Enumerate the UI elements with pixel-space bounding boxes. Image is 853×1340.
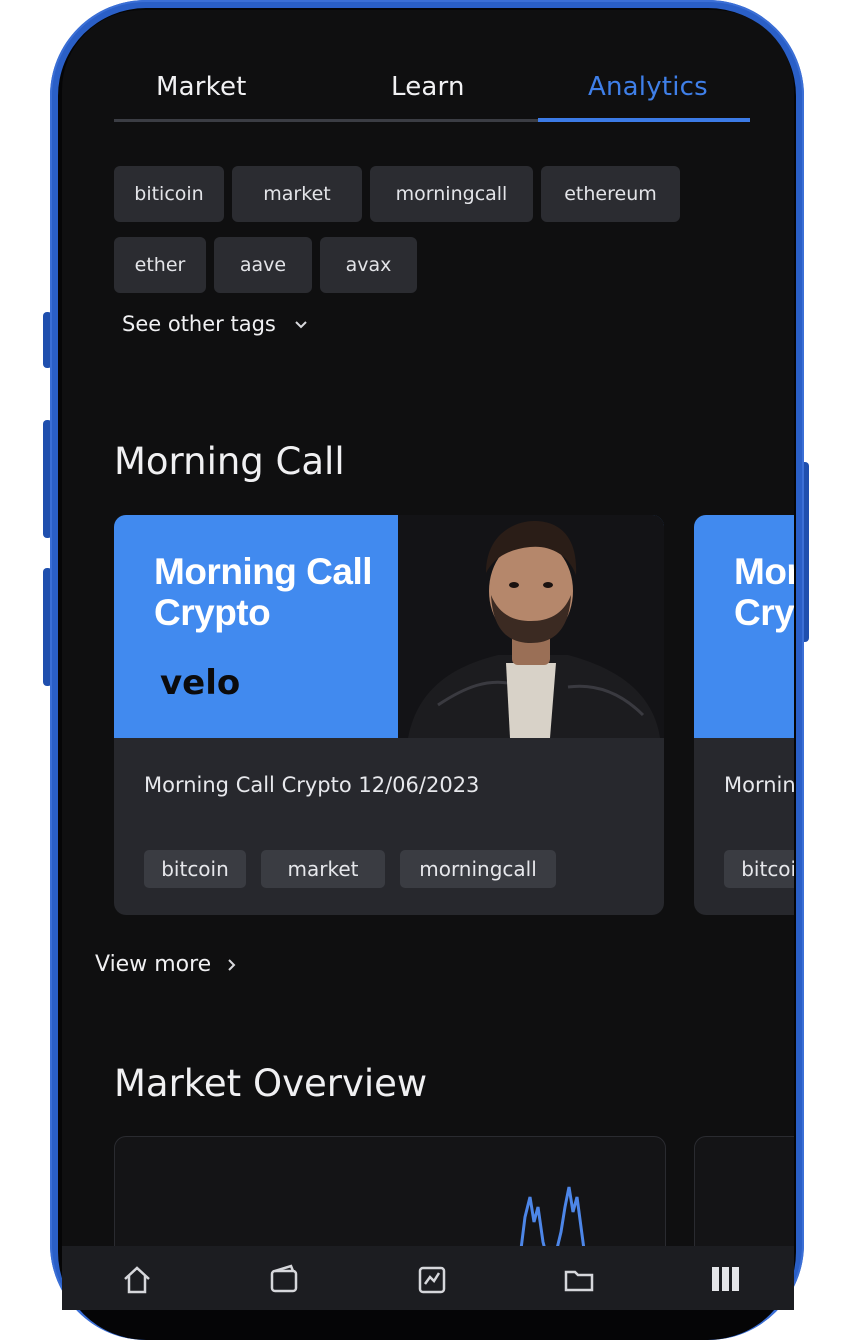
video-card[interactable]: Morning Call Crypto velo Morning Call Cr… [114,515,664,915]
chevron-down-icon [295,321,307,329]
thumbnail-title: Morning Call Crypto [734,551,794,633]
see-other-tags-button[interactable]: See other tags [122,312,310,336]
bottom-navigation [62,1246,794,1310]
section-title-morning-call: Morning Call [114,440,345,483]
see-other-tags-label: See other tags [122,312,276,336]
view-more-link[interactable]: View more [95,952,239,977]
card-tag-chip[interactable]: bitcoin [144,850,246,888]
video-thumbnail: Morning Call Crypto [694,515,794,738]
card-tag-chip[interactable]: market [261,850,385,888]
card-tag-chip[interactable]: morningcall [400,850,556,888]
tab-market[interactable]: Market [156,72,247,102]
tag-chip[interactable]: market [232,166,362,222]
thumbnail-title: Morning Call Crypto [154,551,373,633]
wallet-icon[interactable] [267,1262,301,1296]
card-tag-chip[interactable]: bitcoin [724,850,794,888]
video-card[interactable]: Morning Call Crypto Morning Call Crypto … [694,515,794,915]
tab-learn[interactable]: Learn [391,72,465,102]
tag-chip[interactable]: ethereum [541,166,680,222]
folder-icon[interactable] [562,1262,596,1296]
section-title-market-overview: Market Overview [114,1062,428,1105]
app-screen: Market Learn Analytics biticoin market m… [62,10,794,1310]
tag-chip[interactable]: biticoin [114,166,224,222]
tag-chip[interactable]: aave [214,237,312,293]
video-thumbnail: Morning Call Crypto velo [114,515,664,738]
brand-logo: velo [160,663,241,703]
chart-icon[interactable] [415,1262,449,1296]
tag-chip[interactable]: morningcall [370,166,533,222]
view-more-label: View more [95,952,212,977]
video-title: Morning Call Crypto [724,773,794,797]
tab-analytics[interactable]: Analytics [588,72,708,102]
tag-chip[interactable]: ether [114,237,206,293]
grid-icon[interactable] [708,1262,742,1296]
home-icon[interactable] [120,1262,154,1296]
tab-active-indicator [538,118,750,122]
video-title: Morning Call Crypto 12/06/2023 [144,773,480,797]
tab-bar: Market Learn Analytics [114,72,750,124]
chevron-right-icon [228,958,236,971]
tag-chip[interactable]: avax [320,237,417,293]
presenter-photo [398,515,664,738]
